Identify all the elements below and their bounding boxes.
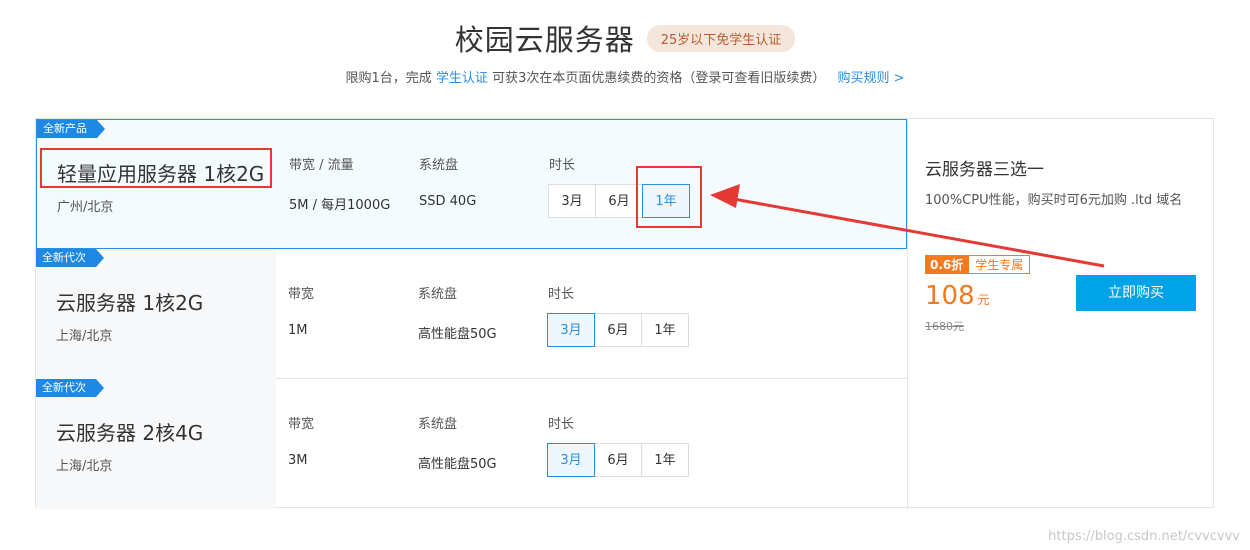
watermark: https://blog.csdn.net/cvvcvvv — [1048, 529, 1240, 544]
duration-option-3m[interactable]: 3月 — [547, 313, 595, 347]
annotation-arrow-line — [727, 196, 1105, 268]
duration-option-1y[interactable]: 1年 — [642, 184, 690, 218]
duration-option-3m[interactable]: 3月 — [547, 443, 595, 477]
annotation-arrow — [710, 184, 1105, 268]
annotation-arrow-head — [710, 184, 740, 208]
